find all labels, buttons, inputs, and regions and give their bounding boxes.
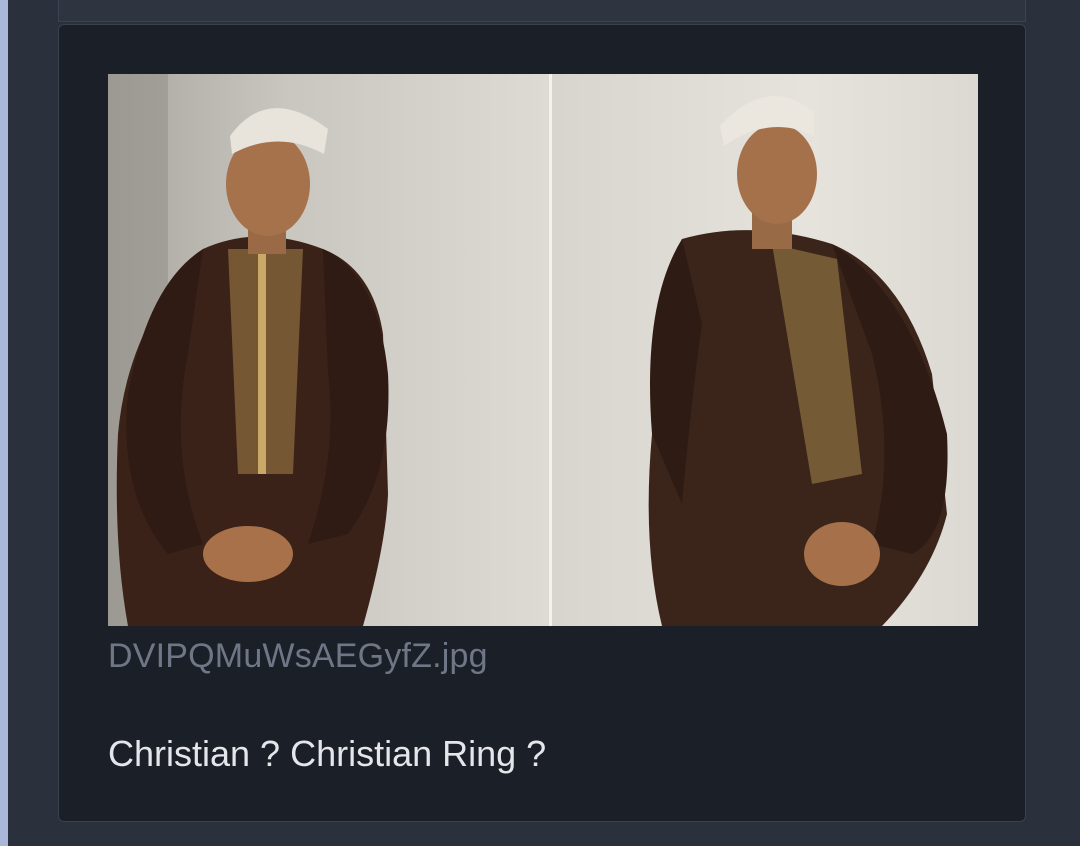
photo-left [108, 74, 549, 626]
photo-left-figure [108, 74, 389, 626]
previous-post-card-edge [58, 0, 1026, 22]
post-body-text: Christian ? Christian Ring ? [108, 733, 547, 774]
photo-right [552, 74, 978, 626]
post-card: DVIPQMuWsAEGyfZ.jpg Christian ? Christia… [58, 24, 1026, 822]
window-left-edge [0, 0, 8, 846]
image-attachment[interactable] [108, 74, 978, 626]
photo-right-figure [648, 95, 948, 626]
attachment-filename-link[interactable]: DVIPQMuWsAEGyfZ.jpg [108, 637, 488, 676]
